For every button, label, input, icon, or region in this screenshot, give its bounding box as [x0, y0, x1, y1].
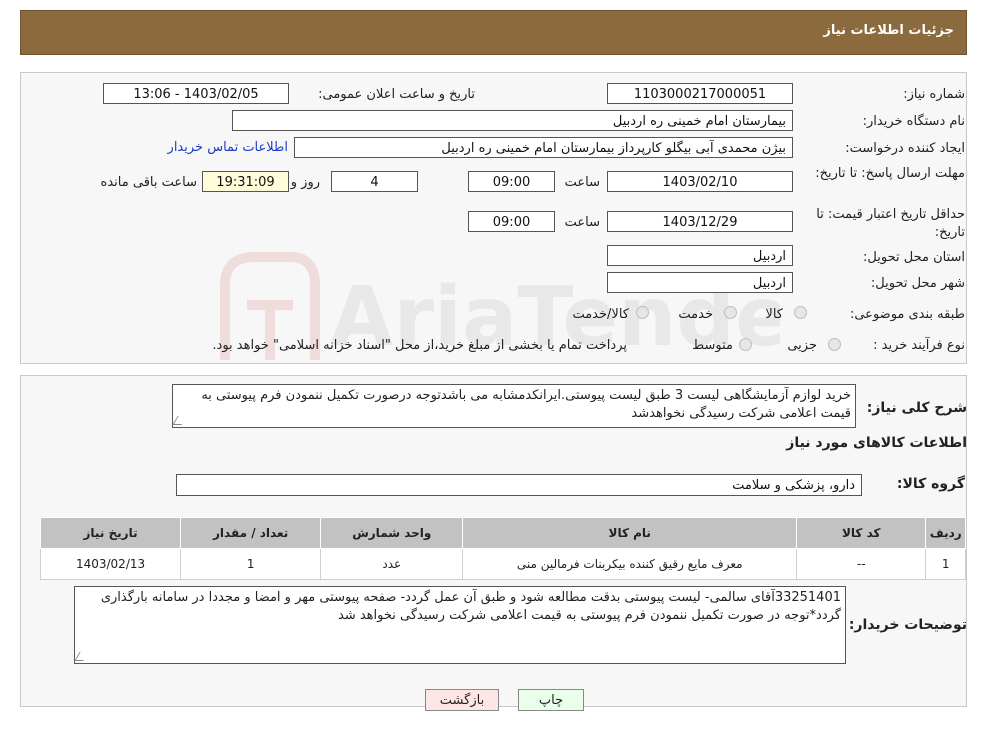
- category-radio-service[interactable]: [724, 306, 737, 319]
- description-text[interactable]: خرید لوازم آزمایشگاهی لیست 3 طبق لیست پی…: [172, 384, 856, 428]
- cell-name: معرف مایع رقیق کننده بیکربنات فرمالین من…: [462, 548, 798, 580]
- process-radio-medium[interactable]: [739, 338, 752, 351]
- process-label: نوع فرآیند خرید :: [873, 338, 965, 353]
- remaining-time-field: 19:31:09: [202, 171, 289, 192]
- goods-group-field: دارو، پزشکی و سلامت: [176, 474, 862, 496]
- col-name: نام کالا: [462, 517, 798, 549]
- validity-label: حداقل تاریخ اعتبار قیمت: تا تاریخ:: [816, 207, 965, 240]
- category-option-service: خدمت: [678, 307, 713, 322]
- cell-unit: عدد: [320, 548, 464, 580]
- table-row: 1 -- معرف مایع رقیق کننده بیکربنات فرمال…: [39, 548, 966, 580]
- remaining-label: ساعت باقی مانده: [100, 175, 197, 190]
- province-label: استان محل تحویل:: [863, 250, 965, 265]
- description-value: خرید لوازم آزمایشگاهی لیست 3 طبق لیست پی…: [201, 388, 851, 421]
- category-radio-goods[interactable]: [794, 306, 807, 319]
- buyer-notes-label: توضیحات خریدار:: [848, 617, 967, 633]
- validity-time-field: 09:00: [468, 211, 555, 232]
- days-field: 4: [331, 171, 418, 192]
- deadline-time-field: 09:00: [468, 171, 555, 192]
- category-option-goods: کالا: [765, 307, 783, 322]
- deadline-label: مهلت ارسال پاسخ: تا تاریخ:: [815, 166, 965, 181]
- validity-date-field: 1403/12/29: [607, 211, 793, 232]
- description-label: شرح کلی نیاز:: [866, 400, 967, 416]
- cell-row: 1: [925, 548, 966, 580]
- cell-date: 1403/02/13: [39, 548, 182, 580]
- buyer-notes-value: 33251401آقای سالمی- لیست پیوستی بدقت مطا…: [100, 590, 841, 623]
- resize-grip-icon[interactable]: [74, 652, 89, 661]
- page-title: جزئیات اطلاعات نیاز: [823, 23, 954, 38]
- deadline-date-field: 1403/02/10: [607, 171, 793, 192]
- category-label: طبقه بندی موضوعی:: [849, 307, 965, 322]
- goods-group-label: گروه کالا:: [896, 476, 965, 492]
- creator-field: بیژن محمدی آبی بیگلو کارپرداز بیمارستان …: [294, 137, 793, 158]
- process-radio-partial[interactable]: [828, 338, 841, 351]
- contact-buyer-link[interactable]: اطلاعات تماس خریدار: [168, 140, 288, 155]
- announce-label: تاریخ و ساعت اعلان عمومی:: [318, 87, 475, 102]
- creator-label: ایجاد کننده درخواست:: [845, 141, 965, 156]
- goods-section-title: اطلاعات کالاهای مورد نیاز: [786, 435, 967, 451]
- print-button[interactable]: چاپ: [518, 689, 584, 711]
- process-option-partial: جزیی: [787, 338, 817, 353]
- city-label: شهر محل تحویل:: [870, 276, 965, 291]
- need-number-label: شماره نیاز:: [903, 87, 965, 102]
- page-header: جزئیات اطلاعات نیاز: [20, 10, 967, 55]
- deadline-time-label: ساعت: [564, 175, 600, 190]
- goods-table-header: ردیف کد کالا نام کالا واحد شمارش تعداد /…: [39, 517, 966, 549]
- process-note: پرداخت تمام یا بخشی از مبلغ خرید،از محل …: [212, 338, 627, 353]
- buyer-org-field: بیمارستان امام خمینی ره اردبیل: [232, 110, 793, 131]
- buyer-org-label: نام دستگاه خریدار:: [862, 114, 965, 129]
- validity-time-label: ساعت: [564, 215, 600, 230]
- col-date: تاریخ نیاز: [39, 517, 182, 549]
- col-unit: واحد شمارش: [320, 517, 464, 549]
- col-qty: تعداد / مقدار: [180, 517, 322, 549]
- need-number-field: 1103000217000051: [607, 83, 793, 104]
- city-field: اردبیل: [607, 272, 793, 293]
- col-row: ردیف: [925, 517, 966, 549]
- goods-table: ردیف کد کالا نام کالا واحد شمارش تعداد /…: [39, 517, 966, 580]
- province-field: اردبیل: [607, 245, 793, 266]
- process-option-medium: متوسط: [692, 338, 733, 353]
- category-radio-goods-service[interactable]: [636, 306, 649, 319]
- cell-code: --: [796, 548, 927, 580]
- buyer-notes-text[interactable]: 33251401آقای سالمی- لیست پیوستی بدقت مطا…: [74, 586, 846, 664]
- cell-qty: 1: [180, 548, 322, 580]
- days-label: روز و: [290, 175, 320, 190]
- announce-field: 1403/02/05 - 13:06: [103, 83, 289, 104]
- back-button[interactable]: بازگشت: [425, 689, 499, 711]
- category-option-goods-service: کالا/خدمت: [572, 307, 629, 322]
- resize-grip-icon[interactable]: [172, 416, 187, 425]
- col-code: کد کالا: [796, 517, 927, 549]
